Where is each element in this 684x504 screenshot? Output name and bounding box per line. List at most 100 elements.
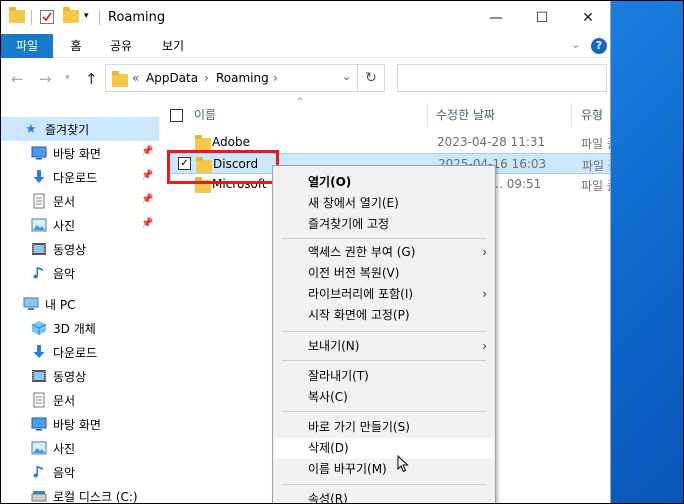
help-icon[interactable]: ? xyxy=(591,38,607,54)
window-title: Roaming xyxy=(108,10,166,25)
tab-file[interactable]: 파일 xyxy=(1,34,53,58)
menu-item[interactable]: 시작 화면에 고정(P) xyxy=(275,305,493,326)
address-bar[interactable]: « AppData › Roaming › ⌄ xyxy=(105,64,385,92)
menu-item[interactable]: 새 창에서 열기(E) xyxy=(275,193,493,214)
menu-item-label: 액세스 권한 부여 (G) xyxy=(308,245,416,259)
breadcrumb-separator[interactable]: › xyxy=(273,71,278,85)
sidebar-item-label: 문서 xyxy=(53,194,76,209)
sidebar-item-pc-picture[interactable]: 사진 xyxy=(1,436,159,460)
column-divider[interactable] xyxy=(427,103,428,127)
sidebar-item-this-pc[interactable]: 내 PC xyxy=(1,292,159,316)
sidebar-item-pc-3d-object[interactable]: 3D 개체 xyxy=(1,316,159,340)
breadcrumb-separator[interactable]: › xyxy=(204,71,209,85)
menu-item-label: 잘라내기(T) xyxy=(308,369,369,383)
sidebar-item-label: 3D 개체 xyxy=(53,321,96,336)
mouse-cursor-icon xyxy=(397,455,409,473)
sidebar-item-quick-access[interactable]: ★ 즐겨찾기 xyxy=(1,117,159,141)
sidebar-item-document[interactable]: 문서 📌 xyxy=(1,189,159,213)
sidebar-item-pc-video[interactable]: 동영상 xyxy=(1,364,159,388)
document-icon xyxy=(31,193,47,209)
tab-view[interactable]: 보기 xyxy=(155,34,191,58)
search-input[interactable] xyxy=(397,64,607,92)
sidebar-item-label: 문서 xyxy=(53,393,76,408)
sidebar-item-label: 다운로드 xyxy=(53,170,98,185)
pin-icon[interactable]: 📌 xyxy=(141,194,153,205)
file-modified: 2023-04-28 11:31 xyxy=(437,135,546,149)
menu-separator xyxy=(282,411,486,412)
menu-item[interactable]: 즐겨찾기에 고정 xyxy=(275,214,493,235)
recent-locations-chevron-icon[interactable]: ▾ xyxy=(65,73,70,83)
menu-item[interactable]: 잘라내기(T) xyxy=(275,366,493,387)
sort-ascending-icon: ^ xyxy=(296,97,304,107)
tab-share[interactable]: 공유 xyxy=(103,34,139,58)
desktop-icon xyxy=(31,145,47,161)
address-dropdown-icon[interactable]: ⌄ xyxy=(342,70,351,83)
menu-item[interactable]: 복사(C) xyxy=(275,387,493,408)
breadcrumb-appdata[interactable]: AppData xyxy=(146,71,198,85)
pin-icon[interactable]: 📌 xyxy=(141,146,153,157)
menu-item[interactable]: 바로 가기 만들기(S) xyxy=(275,417,493,438)
download-icon xyxy=(31,169,47,185)
new-folder-icon[interactable] xyxy=(63,7,79,23)
menu-separator xyxy=(282,484,486,485)
sidebar-item-desktop[interactable]: 바탕 화면 📌 xyxy=(1,141,159,165)
download-icon xyxy=(31,344,47,360)
column-header-modified[interactable]: 수정한 날짜 xyxy=(436,103,495,127)
tab-home[interactable]: 홈 xyxy=(61,34,91,58)
select-all-checkbox[interactable] xyxy=(170,109,183,122)
file-type: 파일 폴더 xyxy=(581,137,610,151)
sidebar-item-label: 다운로드 xyxy=(53,345,98,360)
menu-item[interactable]: 이름 바꾸기(M) xyxy=(275,459,493,480)
sidebar-item-pc-disk[interactable]: 로컬 디스크 (C:) xyxy=(1,484,159,503)
breadcrumb-roaming[interactable]: Roaming xyxy=(216,71,269,85)
maximize-button[interactable]: ☐ xyxy=(519,1,565,34)
menu-item[interactable]: 이전 버전 복원(V) xyxy=(275,263,493,284)
column-divider[interactable] xyxy=(571,103,572,127)
sidebar-item-music[interactable]: 음악 xyxy=(1,261,159,285)
sidebar-item-picture[interactable]: 사진 📌 xyxy=(1,213,159,237)
minimize-button[interactable]: — xyxy=(473,1,519,34)
context-menu: 열기(O) 새 창에서 열기(E) 즐겨찾기에 고정액세스 권한 부여 (G) › 이전… xyxy=(272,165,496,503)
sidebar-item-pc-document[interactable]: 문서 xyxy=(1,388,159,412)
menu-item[interactable]: 보내기(N) › xyxy=(275,336,493,357)
pin-icon[interactable]: 📌 xyxy=(141,218,153,229)
properties-icon[interactable] xyxy=(39,9,55,28)
sidebar-item-label: 사진 xyxy=(53,218,76,233)
menu-separator xyxy=(282,238,486,239)
sidebar-item-pc-desktop[interactable]: 바탕 화면 xyxy=(1,412,159,436)
title-bar: ▾ Roaming — ☐ ✕ xyxy=(1,1,610,34)
desktop-background xyxy=(611,1,683,503)
divider xyxy=(31,10,32,25)
file-type: 파일 폴더 xyxy=(581,179,610,193)
breadcrumb-overflow[interactable]: « xyxy=(132,71,139,85)
sidebar-item-label: 음악 xyxy=(53,465,76,480)
menu-item[interactable]: 액세스 권한 부여 (G) › xyxy=(275,242,493,263)
disk-icon xyxy=(31,488,47,503)
menu-item-label: 복사(C) xyxy=(308,390,348,404)
sidebar-item-download[interactable]: 다운로드 📌 xyxy=(1,165,159,189)
menu-item[interactable]: 열기(O) xyxy=(275,172,493,193)
refresh-button[interactable]: ↻ xyxy=(357,64,385,92)
sidebar-item-pc-music[interactable]: 음악 xyxy=(1,460,159,484)
picture-icon xyxy=(31,217,47,233)
close-button[interactable]: ✕ xyxy=(565,1,610,34)
column-header-name[interactable]: 이름 xyxy=(194,103,216,127)
menu-item-label: 시작 화면에 고정(P) xyxy=(308,308,410,322)
menu-item[interactable]: 속성(R) xyxy=(275,489,493,503)
forward-arrow-icon[interactable]: → xyxy=(39,70,52,88)
menu-item[interactable]: 라이브러리에 포함(I) › xyxy=(275,284,493,305)
column-header-type[interactable]: 유형 xyxy=(581,103,603,127)
ribbon-collapse-icon[interactable]: ⌄ xyxy=(571,38,580,51)
back-arrow-icon[interactable]: ← xyxy=(11,70,24,88)
navigation-pane: ★ 즐겨찾기 바탕 화면 📌 다운로드 📌 문서 📌 사진 📌 동영상 음악 내 PC 3D 개체… xyxy=(1,99,159,503)
up-arrow-icon[interactable]: ↑ xyxy=(85,70,98,88)
menu-item[interactable]: 삭제(D) xyxy=(275,438,493,459)
sidebar-item-pc-download[interactable]: 다운로드 xyxy=(1,340,159,364)
quick-access-dropdown-icon[interactable]: ▾ xyxy=(84,11,89,21)
pin-icon[interactable]: 📌 xyxy=(141,170,153,181)
sidebar-item-video[interactable]: 동영상 xyxy=(1,237,159,261)
music-icon xyxy=(31,265,47,281)
computer-icon xyxy=(23,296,39,312)
video-icon xyxy=(31,241,47,257)
screen: ▾ Roaming — ☐ ✕ 파일 홈 공유 보기 ⌄ ? ← → ▾ ↑ «… xyxy=(0,0,684,504)
